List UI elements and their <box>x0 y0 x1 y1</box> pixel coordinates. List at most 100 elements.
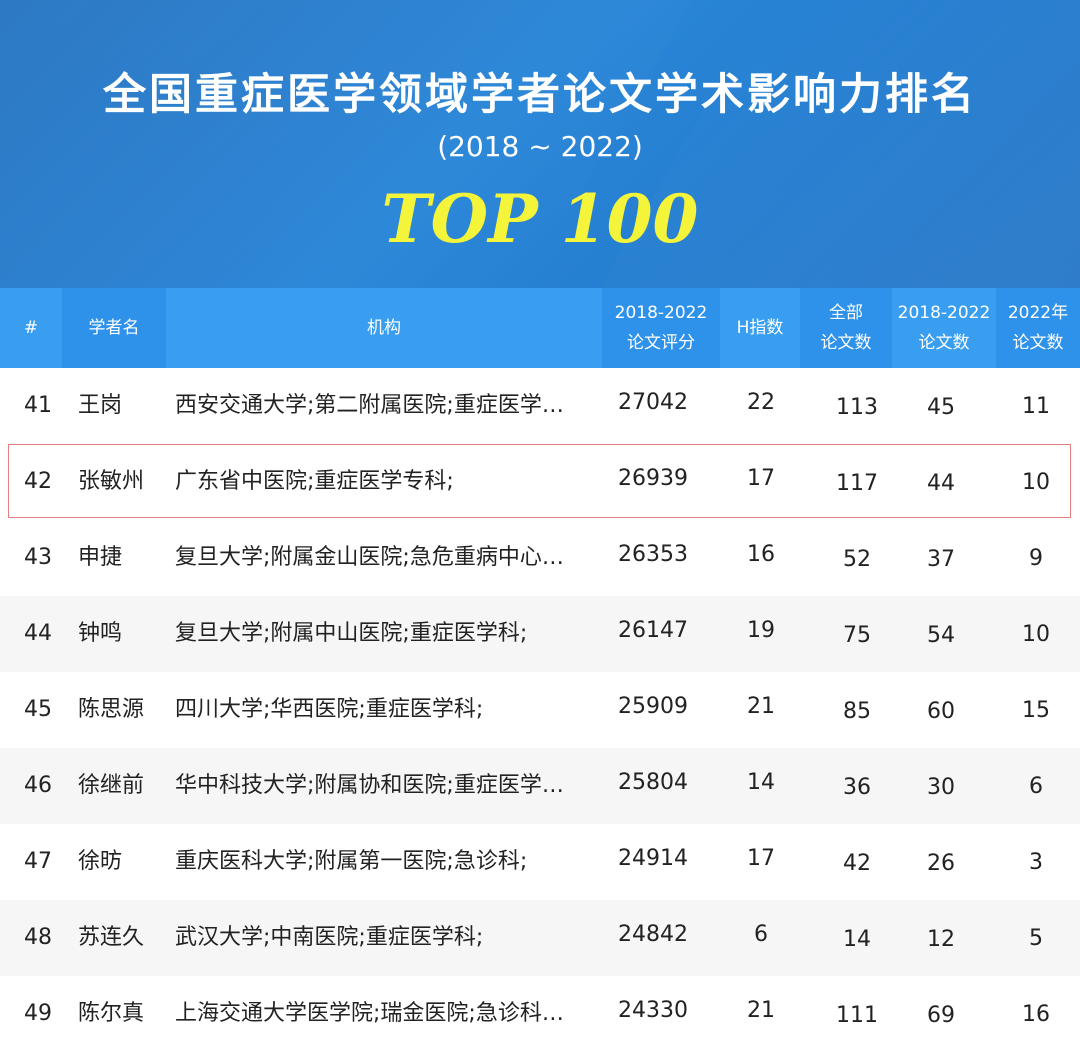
score-cell: 26353 <box>618 542 688 567</box>
col-rank-label: # <box>23 318 39 338</box>
h-index-cell: 17 <box>747 466 775 491</box>
scholar-name-cell: 张敏州 <box>78 469 145 494</box>
rank-cell: 43 <box>24 545 52 570</box>
table-row[interactable]: 47 徐昉 重庆医科大学;附属第一医院;急诊科; 24914 17 42 26 … <box>0 824 1080 900</box>
col-recent-header[interactable]: 2018-2022 论文数 <box>892 288 996 368</box>
institution-cell: 复旦大学;附属金山医院;急危重病中心… <box>175 545 564 570</box>
col-hindex-label: H指数 <box>736 318 784 338</box>
score-cell: 26147 <box>618 618 688 643</box>
col-year-label-line2: 论文数 <box>1012 333 1064 353</box>
total-papers-cell: 52 <box>843 547 871 572</box>
h-index-cell: 19 <box>747 618 775 643</box>
total-papers-cell: 14 <box>843 927 871 952</box>
col-total-label-line2: 论文数 <box>820 333 872 353</box>
scholar-name-cell: 陈思源 <box>78 697 145 722</box>
score-cell: 27042 <box>618 390 688 415</box>
scholar-name-cell: 徐昉 <box>78 849 123 874</box>
rank-cell: 47 <box>24 849 52 874</box>
h-index-cell: 22 <box>747 390 775 415</box>
table-row[interactable]: 45 陈思源 四川大学;华西医院;重症医学科; 25909 21 85 60 1… <box>0 672 1080 748</box>
rank-cell: 41 <box>24 393 52 418</box>
col-score-header[interactable]: 2018-2022 论文评分 <box>602 288 720 368</box>
period-subtitle: (2018 ~ 2022) <box>437 130 643 163</box>
rank-cell: 42 <box>24 469 52 494</box>
scholar-name-cell: 徐继前 <box>78 773 145 798</box>
year2022-papers-cell: 10 <box>1022 470 1050 495</box>
top100-badge: TOP 100 <box>381 180 699 258</box>
total-papers-cell: 42 <box>843 851 871 876</box>
year2022-papers-cell: 11 <box>1022 394 1050 419</box>
total-papers-cell: 85 <box>843 699 871 724</box>
col-year-label-line1: 2022年 <box>1007 303 1069 323</box>
col-name-label: 学者名 <box>88 318 140 338</box>
institution-cell: 上海交通大学医学院;瑞金医院;急诊科… <box>175 1001 564 1026</box>
table-row[interactable]: 48 苏连久 武汉大学;中南医院;重症医学科; 24842 6 14 12 5 <box>0 900 1080 976</box>
rank-cell: 44 <box>24 621 52 646</box>
total-papers-cell: 36 <box>843 775 871 800</box>
scholar-name-cell: 申捷 <box>78 545 123 570</box>
year2022-papers-cell: 16 <box>1022 1002 1050 1027</box>
score-cell: 24330 <box>618 998 688 1023</box>
recent-papers-cell: 60 <box>927 699 955 724</box>
table-row-highlighted[interactable]: 42 张敏州 广东省中医院;重症医学专科; 26939 17 117 44 10 <box>0 444 1080 520</box>
year2022-papers-cell: 15 <box>1022 698 1050 723</box>
score-cell: 24842 <box>618 922 688 947</box>
page-title: 全国重症医学领域学者论文学术影响力排名 <box>103 70 977 120</box>
recent-papers-cell: 45 <box>927 395 955 420</box>
h-index-cell: 21 <box>747 694 775 719</box>
year2022-papers-cell: 6 <box>1029 774 1043 799</box>
table-row[interactable]: 49 陈尔真 上海交通大学医学院;瑞金医院;急诊科… 24330 21 111 … <box>0 976 1080 1052</box>
total-papers-cell: 117 <box>836 471 878 496</box>
rank-cell: 49 <box>24 1001 52 1026</box>
recent-papers-cell: 69 <box>927 1003 955 1028</box>
scholar-name-cell: 陈尔真 <box>78 1001 145 1026</box>
table-header: # 学者名 机构 2018-2022 论文评分 H指数 全部 论文数 2018-… <box>0 288 1080 368</box>
h-index-cell: 16 <box>747 542 775 567</box>
table-row[interactable]: 46 徐继前 华中科技大学;附属协和医院;重症医学… 25804 14 36 3… <box>0 748 1080 824</box>
score-cell: 24914 <box>618 846 688 871</box>
col-institution-label: 机构 <box>367 318 401 338</box>
rank-cell: 48 <box>24 925 52 950</box>
institution-cell: 广东省中医院;重症医学专科; <box>175 469 454 494</box>
table-row[interactable]: 44 钟鸣 复旦大学;附属中山医院;重症医学科; 26147 19 75 54 … <box>0 596 1080 672</box>
year2022-papers-cell: 10 <box>1022 622 1050 647</box>
scholar-name-cell: 钟鸣 <box>78 621 123 646</box>
year2022-papers-cell: 3 <box>1029 850 1043 875</box>
col-recent-label-line2: 论文数 <box>918 333 970 353</box>
recent-papers-cell: 26 <box>927 851 955 876</box>
col-name-header[interactable]: 学者名 <box>62 288 166 368</box>
total-papers-cell: 75 <box>843 623 871 648</box>
col-score-label-line1: 2018-2022 <box>614 303 708 323</box>
institution-cell: 华中科技大学;附属协和医院;重症医学… <box>175 773 564 798</box>
total-papers-cell: 111 <box>836 1003 878 1028</box>
scholar-name-cell: 苏连久 <box>78 925 145 950</box>
score-cell: 25804 <box>618 770 688 795</box>
col-institution-header[interactable]: 机构 <box>166 288 602 368</box>
score-cell: 25909 <box>618 694 688 719</box>
recent-papers-cell: 44 <box>927 471 955 496</box>
banner-header: 全国重症医学领域学者论文学术影响力排名 (2018 ~ 2022) TOP 10… <box>0 0 1080 288</box>
year2022-papers-cell: 5 <box>1029 926 1043 951</box>
institution-cell: 重庆医科大学;附属第一医院;急诊科; <box>175 849 528 874</box>
recent-papers-cell: 30 <box>927 775 955 800</box>
total-papers-cell: 113 <box>836 395 878 420</box>
table-row[interactable]: 41 王岗 西安交通大学;第二附属医院;重症医学… 27042 22 113 4… <box>0 368 1080 444</box>
score-cell: 26939 <box>618 466 688 491</box>
recent-papers-cell: 37 <box>927 547 955 572</box>
col-hindex-header[interactable]: H指数 <box>720 288 800 368</box>
col-score-label-line2: 论文评分 <box>627 333 695 353</box>
h-index-cell: 6 <box>754 922 768 947</box>
institution-cell: 武汉大学;中南医院;重症医学科; <box>175 925 484 950</box>
col-recent-label-line1: 2018-2022 <box>897 303 991 323</box>
col-year-header[interactable]: 2022年 论文数 <box>996 288 1080 368</box>
year2022-papers-cell: 9 <box>1029 546 1043 571</box>
col-total-header[interactable]: 全部 论文数 <box>800 288 892 368</box>
recent-papers-cell: 12 <box>927 927 955 952</box>
table-row[interactable]: 43 申捷 复旦大学;附属金山医院;急危重病中心… 26353 16 52 37… <box>0 520 1080 596</box>
institution-cell: 四川大学;华西医院;重症医学科; <box>175 697 484 722</box>
col-rank-header[interactable]: # <box>0 288 62 368</box>
rank-cell: 45 <box>24 697 52 722</box>
h-index-cell: 14 <box>747 770 775 795</box>
institution-cell: 复旦大学;附属中山医院;重症医学科; <box>175 621 528 646</box>
scholar-name-cell: 王岗 <box>78 393 123 418</box>
